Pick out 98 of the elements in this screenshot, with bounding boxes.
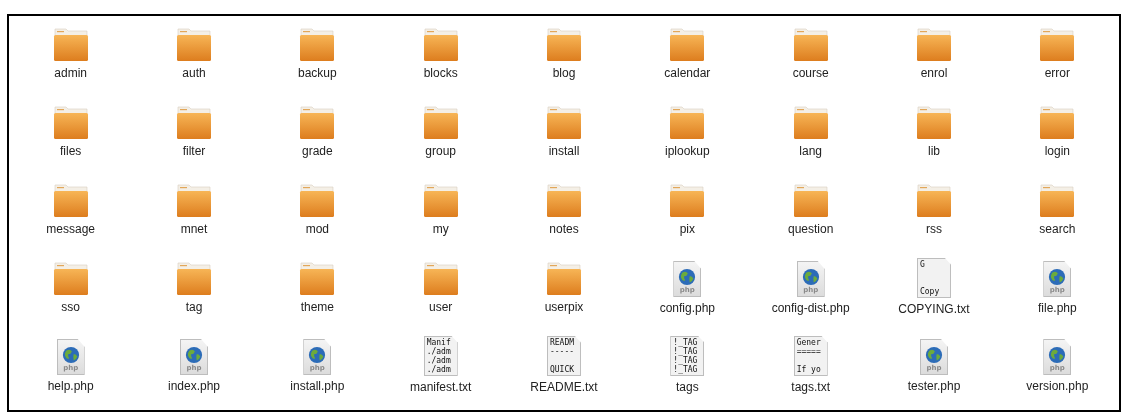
file-name[interactable]: enrol [920, 66, 948, 80]
folder-icon[interactable] [52, 182, 89, 218]
file-name[interactable]: filter [182, 144, 206, 158]
folder-icon[interactable] [176, 26, 212, 62]
file-name[interactable]: blocks [423, 66, 458, 80]
preview-line: !_TAG [673, 347, 698, 356]
file-name[interactable]: config-dist.php [771, 301, 850, 315]
folder-icon[interactable] [52, 104, 89, 140]
file-name[interactable]: README.txt [530, 380, 598, 394]
file-name[interactable]: files [60, 144, 82, 158]
file-name[interactable]: tag [185, 300, 203, 314]
preview-line: !_TAG [673, 356, 698, 365]
folder-icon[interactable] [422, 104, 459, 140]
folder-icon[interactable] [422, 182, 459, 218]
preview-line: READM [550, 338, 575, 347]
folder-icon[interactable] [1039, 104, 1076, 140]
file-name[interactable]: blog [552, 66, 576, 80]
folder-icon[interactable] [176, 104, 212, 140]
file-name[interactable]: tags.txt [791, 380, 830, 394]
file-name[interactable]: index.php [167, 379, 220, 393]
file-name[interactable]: auth [182, 66, 206, 80]
file-name[interactable]: theme [300, 300, 334, 314]
preview-line: Copy [920, 287, 940, 296]
file-name[interactable]: mnet [180, 222, 208, 236]
file-name[interactable]: notes [549, 222, 579, 236]
preview-line: G [920, 260, 925, 269]
file-name[interactable]: file.php [1037, 301, 1077, 315]
file-name[interactable]: version.php [1026, 379, 1089, 393]
file-name[interactable]: error [1044, 66, 1070, 80]
file-name[interactable]: COPYING.txt [898, 302, 970, 316]
folder-icon[interactable] [299, 104, 336, 140]
folder-icon[interactable] [546, 260, 582, 296]
file-name[interactable]: backup [297, 66, 337, 80]
folder-icon[interactable] [1039, 26, 1076, 62]
folder-icon[interactable] [916, 182, 952, 218]
preview-line: Manif [426, 338, 451, 347]
folder-icon[interactable] [916, 104, 952, 140]
file-name[interactable]: course [792, 66, 829, 80]
file-name[interactable]: user [429, 300, 453, 314]
folder-icon[interactable] [422, 260, 459, 296]
folder-icon[interactable] [299, 260, 336, 296]
file-name[interactable]: lib [928, 144, 940, 158]
file-name[interactable]: pix [679, 222, 695, 236]
folder-icon[interactable] [422, 26, 459, 62]
text-file-icon[interactable]: G Copy [917, 258, 951, 298]
preview-line: Gener [796, 338, 821, 347]
folder-icon[interactable] [52, 260, 89, 296]
file-name[interactable]: search [1039, 222, 1076, 236]
folder-icon[interactable] [299, 26, 336, 62]
folder-icon[interactable] [546, 26, 582, 62]
preview-line: ===== [796, 347, 821, 356]
folder-icon[interactable] [176, 182, 212, 218]
folder-icon[interactable] [792, 104, 829, 140]
file-name[interactable]: admin [54, 66, 87, 80]
folder-icon[interactable] [546, 182, 582, 218]
file-name[interactable]: lang [799, 144, 822, 158]
preview-line: ./adm [426, 356, 451, 365]
file-name[interactable]: sso [61, 300, 80, 314]
folder-icon[interactable] [176, 260, 212, 296]
file-name[interactable]: grade [301, 144, 333, 158]
text-file-icon[interactable]: READM ----- QUICK [547, 336, 581, 376]
folder-icon[interactable] [669, 104, 706, 140]
text-file-icon[interactable]: Gener ===== If yo [793, 336, 828, 376]
file-name[interactable]: config.php [659, 301, 715, 315]
folder-icon[interactable] [1039, 182, 1076, 218]
file-name[interactable]: group [425, 144, 456, 158]
folder-icon[interactable] [916, 26, 952, 62]
file-name[interactable]: my [432, 222, 449, 236]
file-name[interactable]: calendar [664, 66, 711, 80]
preview-line: ./adm [426, 347, 451, 356]
folder-icon[interactable] [792, 26, 829, 62]
folder-icon[interactable] [792, 182, 829, 218]
folder-icon[interactable] [669, 182, 706, 218]
folder-icon[interactable] [52, 26, 89, 62]
file-name[interactable]: help.php [47, 379, 94, 393]
preview-line: !_TAG [673, 338, 698, 347]
file-name[interactable]: iplookup [664, 144, 710, 158]
file-name[interactable]: message [46, 222, 95, 236]
file-name[interactable]: install.php [290, 379, 345, 393]
folder-icon[interactable] [669, 26, 706, 62]
file-name[interactable]: rss [926, 222, 942, 236]
text-file-icon[interactable]: Manif ./adm ./adm ./adm [423, 336, 458, 376]
preview-line: ----- [550, 347, 575, 356]
preview-line: ./adm [426, 365, 451, 374]
file-name[interactable]: tester.php [907, 379, 961, 393]
folder-icon[interactable] [546, 104, 582, 140]
preview-line: QUICK [550, 365, 575, 374]
text-file-icon[interactable]: !_TAG !_TAG !_TAG !_TAG [670, 336, 705, 376]
file-name[interactable]: login [1044, 144, 1070, 158]
file-name[interactable]: mod [305, 222, 329, 236]
preview-line: If yo [796, 365, 821, 374]
file-name[interactable]: manifest.txt [410, 380, 472, 394]
file-name[interactable]: userpix [544, 300, 584, 314]
preview-line: !_TAG [673, 365, 698, 374]
folder-icon[interactable] [299, 182, 336, 218]
file-name[interactable]: question [787, 222, 834, 236]
file-name[interactable]: install [548, 144, 580, 158]
file-name[interactable]: tags [676, 380, 699, 394]
